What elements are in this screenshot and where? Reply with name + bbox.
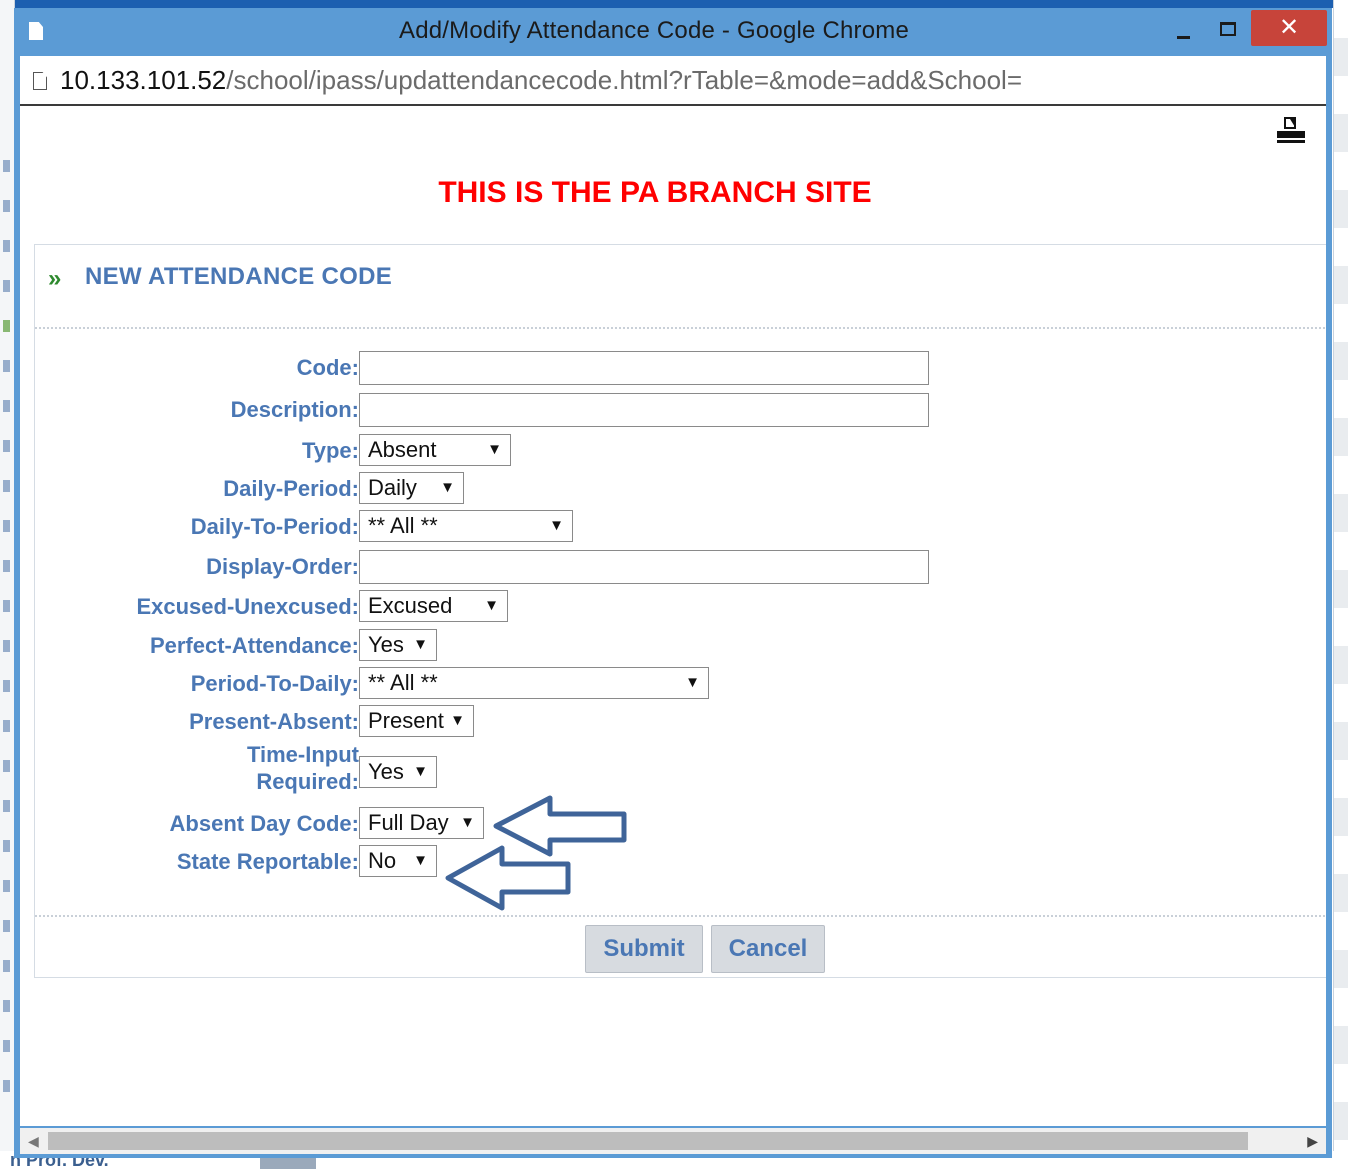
panel-footer-divider	[35, 915, 1326, 917]
background-page-right-strip	[1333, 0, 1348, 1169]
present-absent-selected-value: Present	[368, 708, 444, 733]
time-input-required-row: Time-Input Required: Yes ▼	[35, 742, 1135, 794]
display-order-input[interactable]	[359, 550, 929, 584]
print-icon[interactable]	[1276, 116, 1306, 144]
daily-period-select[interactable]: Daily ▼	[359, 472, 464, 504]
page-icon	[33, 72, 47, 90]
chevron-right-icon: »	[48, 265, 62, 292]
period-to-daily-label: Period-To-Daily:	[190, 671, 359, 696]
excused-unexcused-select[interactable]: Excused ▼	[359, 590, 508, 622]
time-input-required-select[interactable]: Yes ▼	[359, 756, 437, 788]
perfect-attendance-label: Perfect-Attendance:	[149, 633, 359, 658]
period-to-daily-selected-value: ** All **	[368, 670, 438, 695]
dropdown-arrow-icon: ▼	[413, 763, 428, 780]
dropdown-arrow-icon: ▼	[685, 674, 700, 691]
submit-button[interactable]: Submit	[585, 925, 703, 973]
scrollbar-thumb[interactable]	[48, 1132, 1248, 1150]
state-reportable-selected-value: No	[368, 848, 397, 873]
dropdown-arrow-icon: ▼	[487, 441, 502, 458]
daily-period-label: Daily-Period:	[223, 476, 359, 501]
description-label: Description:	[230, 397, 359, 422]
minimize-button[interactable]	[1169, 12, 1199, 46]
window-title: Add/Modify Attendance Code - Google Chro…	[398, 17, 910, 44]
excused-unexcused-label: Excused-Unexcused:	[136, 594, 359, 619]
period-to-daily-row: Period-To-Daily: ** All ** ▼	[35, 666, 1135, 702]
page-viewport: THIS IS THE PA BRANCH SITE » NEW ATTENDA…	[20, 106, 1326, 1126]
present-absent-label: Present-Absent:	[189, 709, 359, 734]
dropdown-arrow-icon: ▼	[549, 517, 564, 534]
close-button[interactable]: ✕	[1251, 10, 1327, 46]
dropdown-arrow-icon: ▼	[484, 597, 499, 614]
url-host: 10.133.101.52	[60, 65, 227, 95]
dropdown-arrow-icon: ▼	[440, 479, 455, 496]
background-page-header	[0, 0, 1348, 8]
horizontal-scrollbar[interactable]: ◀ ▶	[20, 1128, 1326, 1154]
daily-to-period-row: Daily-To-Period: ** All ** ▼	[35, 509, 1135, 545]
description-row: Description:	[35, 392, 1135, 428]
state-reportable-select[interactable]: No ▼	[359, 845, 437, 877]
maximize-button[interactable]	[1212, 12, 1242, 46]
url-path: /school/ipass/updattendancecode.html?rTa…	[226, 65, 1022, 95]
annotation-arrow-icon	[445, 845, 571, 911]
time-input-required-label: Time-Input Required:	[247, 741, 359, 799]
state-reportable-label: State Reportable:	[176, 849, 359, 874]
url-text[interactable]: 10.133.101.52/school/ipass/updattendance…	[60, 56, 1022, 104]
description-input[interactable]	[359, 393, 929, 427]
time-input-label-line2: Required:	[256, 769, 359, 794]
dropdown-arrow-icon: ▼	[460, 814, 475, 831]
display-order-label: Display-Order:	[206, 554, 359, 579]
absent-day-code-selected-value: Full Day	[368, 810, 449, 835]
scroll-right-icon[interactable]: ▶	[1307, 1128, 1318, 1154]
time-input-required-selected-value: Yes	[368, 759, 404, 784]
daily-period-selected-value: Daily	[368, 475, 417, 500]
dropdown-arrow-icon: ▼	[413, 852, 428, 869]
dropdown-arrow-icon: ▼	[450, 712, 465, 729]
excused-unexcused-selected-value: Excused	[368, 593, 453, 618]
excused-unexcused-row: Excused-Unexcused: Excused ▼	[35, 589, 1135, 625]
scroll-left-icon[interactable]: ◀	[28, 1128, 39, 1154]
code-row: Code:	[35, 350, 1135, 386]
window-titlebar[interactable]: Add/Modify Attendance Code - Google Chro…	[14, 8, 1332, 54]
present-absent-select[interactable]: Present ▼	[359, 705, 474, 737]
daily-to-period-select[interactable]: ** All ** ▼	[359, 510, 573, 542]
code-label: Code:	[296, 355, 359, 380]
time-input-label-line1: Time-Input	[246, 742, 359, 767]
perfect-attendance-select[interactable]: Yes ▼	[359, 629, 437, 661]
background-page-left-strip	[0, 0, 15, 1169]
perfect-attendance-selected-value: Yes	[368, 632, 404, 657]
branch-site-banner: THIS IS THE PA BRANCH SITE	[438, 176, 872, 209]
perfect-attendance-row: Perfect-Attendance: Yes ▼	[35, 628, 1135, 664]
panel-title: NEW ATTENDANCE CODE	[85, 263, 393, 290]
daily-to-period-selected-value: ** All **	[368, 513, 438, 538]
type-select[interactable]: Absent ▼	[359, 434, 511, 466]
attendance-code-panel: » NEW ATTENDANCE CODE Code: Description:…	[34, 244, 1326, 978]
type-label: Type:	[301, 438, 359, 463]
cancel-button[interactable]: Cancel	[711, 925, 825, 973]
dropdown-arrow-icon: ▼	[413, 636, 428, 653]
address-bar[interactable]: 10.133.101.52/school/ipass/updattendance…	[20, 56, 1326, 106]
chrome-popup-window: Add/Modify Attendance Code - Google Chro…	[14, 8, 1332, 1158]
panel-header: » NEW ATTENDANCE CODE	[35, 245, 1326, 329]
type-row: Type: Absent ▼	[35, 433, 1135, 469]
type-selected-value: Absent	[368, 437, 437, 462]
period-to-daily-select[interactable]: ** All ** ▼	[359, 667, 709, 699]
absent-day-code-select[interactable]: Full Day ▼	[359, 807, 484, 839]
absent-day-code-label: Absent Day Code:	[169, 811, 359, 836]
daily-to-period-label: Daily-To-Period:	[190, 514, 359, 539]
display-order-row: Display-Order:	[35, 549, 1135, 585]
daily-period-row: Daily-Period: Daily ▼	[35, 471, 1135, 507]
code-input[interactable]	[359, 351, 929, 385]
present-absent-row: Present-Absent: Present ▼	[35, 704, 1135, 740]
